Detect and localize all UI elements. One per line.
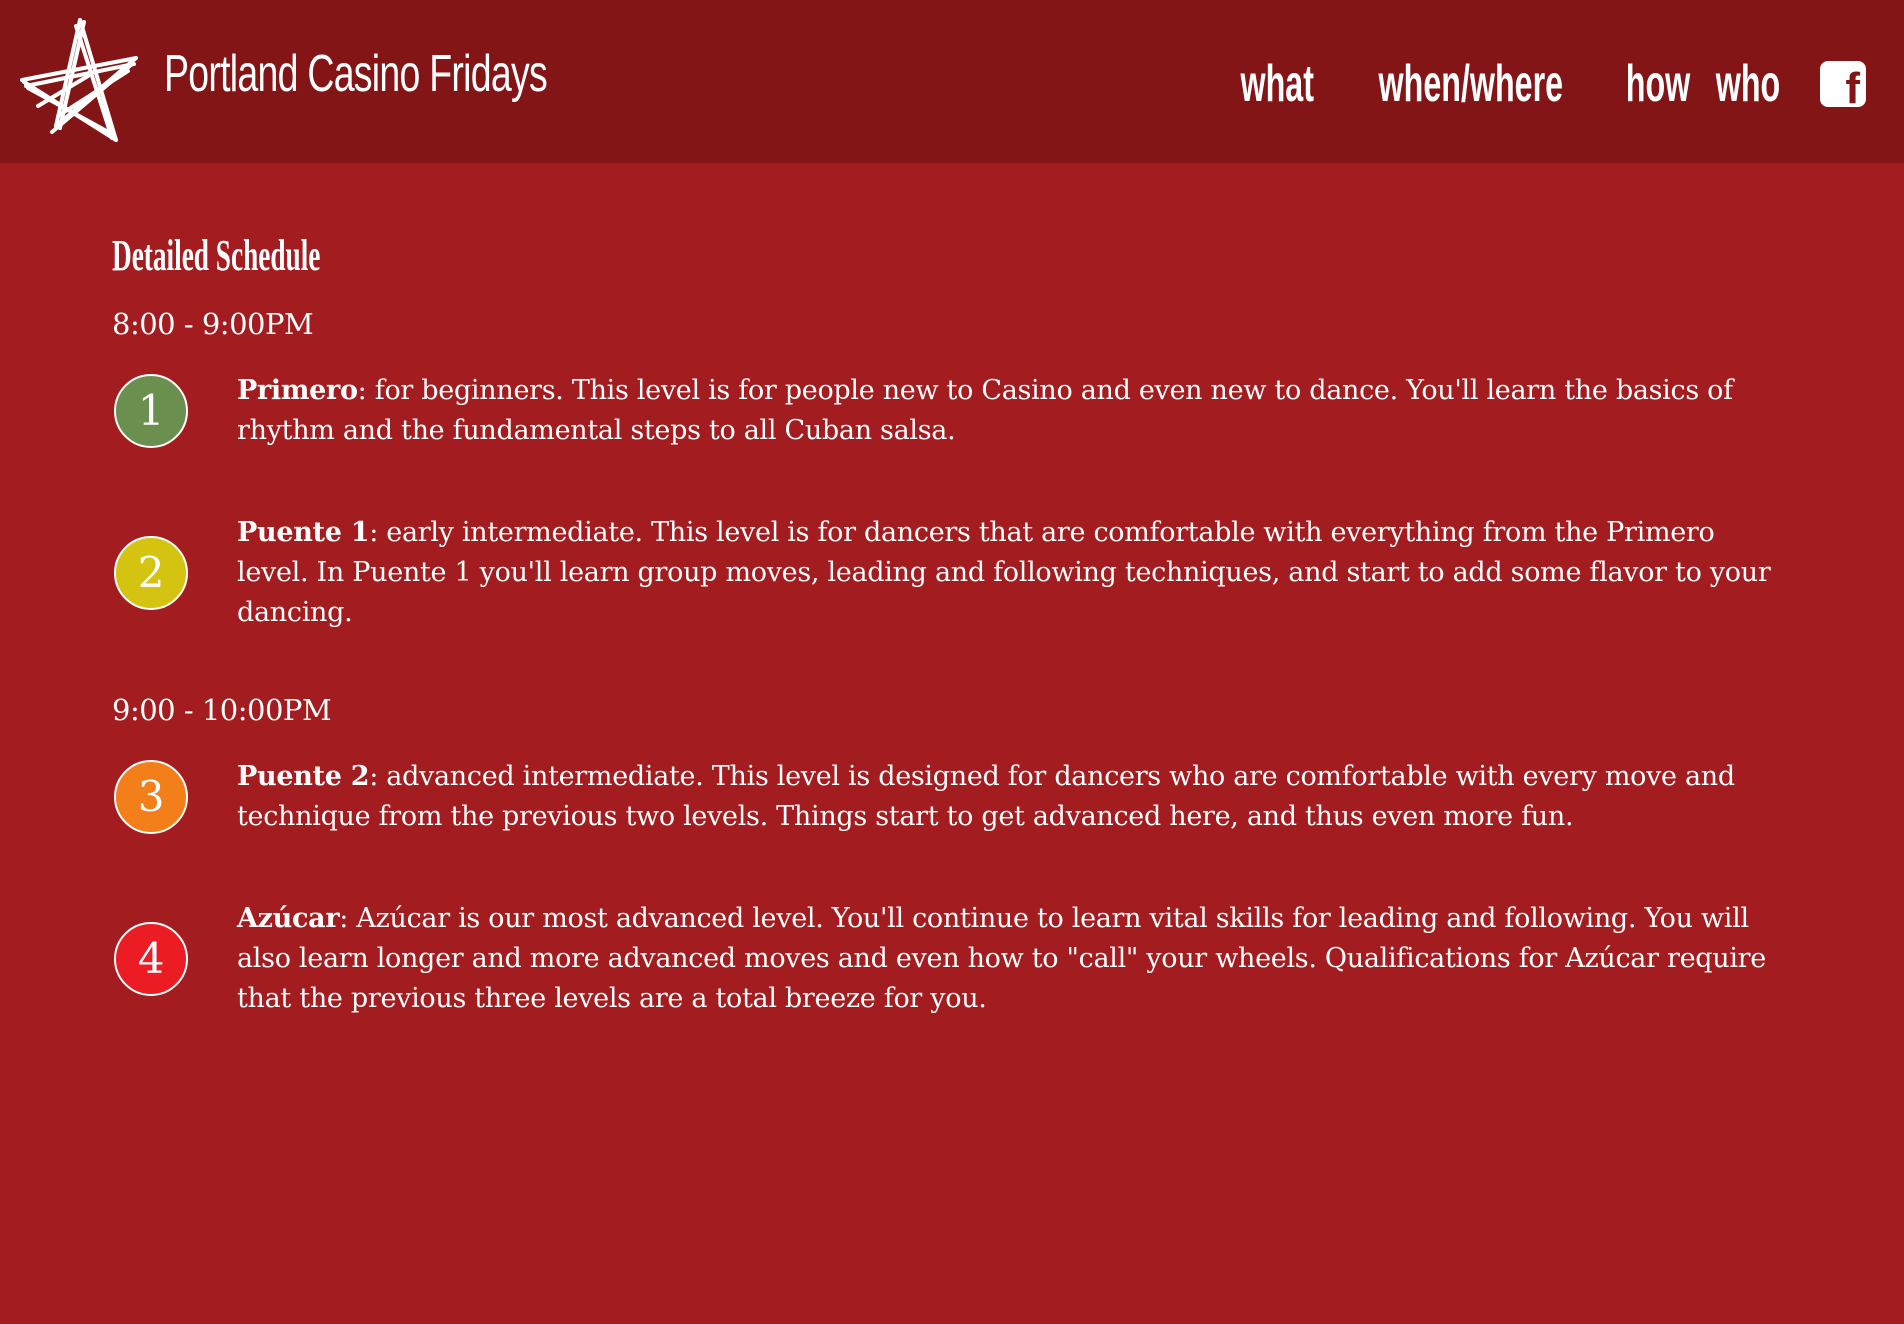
nav-what[interactable]: what (1240, 54, 1313, 114)
level-badge: 4 (114, 922, 188, 996)
nav-who[interactable]: who (1716, 54, 1780, 114)
section-title: Detailed Schedule (112, 231, 321, 280)
nav-when-where[interactable]: when/where (1379, 54, 1564, 114)
site-title[interactable]: Portland Casino Fridays (164, 44, 548, 104)
level-badge: 3 (114, 760, 188, 834)
level-name: Puente 1 (237, 517, 370, 548)
level-name: Primero (237, 375, 358, 406)
schedule-section: Detailed Schedule 8:00 - 9:00PM 1 Primer… (112, 230, 1792, 1019)
level-badge: 1 (114, 374, 188, 448)
facebook-glyph: f (1845, 64, 1860, 113)
level-description: : for beginners. This level is for peopl… (237, 375, 1733, 446)
level-item: 3 Puente 2: advanced intermediate. This … (112, 757, 1792, 837)
level-description: : early intermediate. This level is for … (237, 517, 1771, 628)
level-description: : Azúcar is our most advanced level. You… (237, 903, 1766, 1014)
level-name: Puente 2 (237, 761, 370, 792)
site-header: Portland Casino Fridays what when/where … (0, 0, 1904, 163)
level-item: 1 Primero: for beginners. This level is … (112, 371, 1792, 451)
level-item: 2 Puente 1: early intermediate. This lev… (112, 513, 1792, 633)
level-item: 4 Azúcar: Azúcar is our most advanced le… (112, 899, 1792, 1019)
level-name: Azúcar (237, 903, 340, 934)
level-description: : advanced intermediate. This level is d… (237, 761, 1735, 832)
main-nav: what when/where how who f (1232, 48, 1866, 120)
nav-how[interactable]: how (1626, 54, 1690, 114)
time-slot-1: 8:00 - 9:00PM (112, 307, 314, 341)
star-icon[interactable] (18, 16, 140, 144)
time-slot-2: 9:00 - 10:00PM (112, 693, 332, 727)
level-badge: 2 (114, 536, 188, 610)
facebook-icon[interactable]: f (1820, 61, 1866, 111)
